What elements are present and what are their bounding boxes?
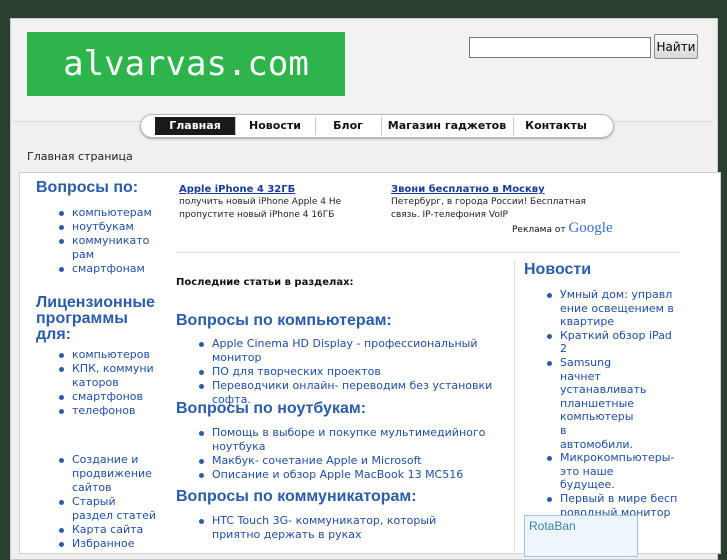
news-heading: Новости xyxy=(524,261,592,278)
ad-text: Петербург, в города России! Бесплатная с… xyxy=(391,197,586,220)
news-item[interactable]: Микрокомпьютеры- это наше будущее. xyxy=(544,451,674,492)
news-list: Умный дом: управление освещением в кварт… xyxy=(544,288,679,519)
nav-item-contacts[interactable]: Контакты xyxy=(513,117,599,135)
sidebar-heading-licensed: Лицензионные программы для: xyxy=(36,294,155,343)
sidebar-item[interactable]: Старый раздел статей xyxy=(56,495,156,523)
section-heading: Вопросы по ноутбукам: xyxy=(176,400,367,417)
banner-text: RotaBan xyxy=(529,519,576,533)
sidebar-list-questions: компьютерам ноутбукам коммуникаторам сма… xyxy=(56,206,156,276)
nav-item-home[interactable]: Главная xyxy=(155,117,236,135)
sidebar-item[interactable]: Карта сайта xyxy=(56,523,156,537)
news-item[interactable]: Samsung начнет устанавливать планшетные … xyxy=(544,356,646,451)
nav-item-news[interactable]: Новости xyxy=(235,117,316,135)
ad-title[interactable]: Apple iPhone 4 32ГБ xyxy=(179,183,384,196)
ad-title[interactable]: Звони бесплатно в Москву xyxy=(391,183,596,196)
sidebar-item[interactable]: Создание и продвижение сайтов xyxy=(56,453,156,495)
sidebar-list-misc: Создание и продвижение сайтов Старый раз… xyxy=(56,453,156,551)
sidebar-item[interactable]: смартфонам xyxy=(56,262,156,276)
article-link[interactable]: Apple Cinema HD Display - профессиональн… xyxy=(196,337,506,365)
ad-block: Apple iPhone 4 32ГБ получить новый iPhon… xyxy=(179,183,384,222)
news-item[interactable]: Краткий обзор iPad 2 xyxy=(544,329,679,356)
ad-text: получить новый iPhone Apple 4 Не пропуст… xyxy=(179,197,342,220)
section-list: Apple Cinema HD Display - профессиональн… xyxy=(196,337,506,407)
search-input[interactable] xyxy=(469,37,651,58)
sidebar-item[interactable]: компьютерам xyxy=(56,206,156,220)
nav-item-blog[interactable]: Блог xyxy=(315,117,382,135)
main-nav: Главная Новости Блог Магазин гаджетов Ко… xyxy=(140,114,614,138)
article-link[interactable]: Макбук- сочетание Apple и Microsoft xyxy=(196,454,506,468)
sidebar-item[interactable]: ноутбукам xyxy=(56,220,156,234)
sidebar-list-licensed: компьютеров КПК, коммуникаторов смартфон… xyxy=(56,348,156,418)
sidebar-item[interactable]: коммуникаторам xyxy=(56,234,156,262)
site-logo[interactable]: alvarvas.com xyxy=(27,32,345,96)
sidebar-item[interactable]: Избранное xyxy=(56,537,156,551)
article-link[interactable]: Помощь в выборе и покупке мультимедийног… xyxy=(196,426,506,454)
breadcrumb: Главная страница xyxy=(27,150,133,163)
google-logo: Google xyxy=(568,220,613,236)
sidebar-item[interactable]: смартфонов xyxy=(56,390,156,404)
sidebar-item[interactable]: телефонов xyxy=(56,404,156,418)
ad-block: Звони бесплатно в Москву Петербург, в го… xyxy=(391,183,596,222)
divider xyxy=(176,252,680,253)
news-item[interactable]: Умный дом: управление освещением в кварт… xyxy=(544,288,679,329)
section-list: Помощь в выборе и покупке мультимедийног… xyxy=(196,426,506,482)
sidebar-item[interactable]: компьютеров xyxy=(56,348,156,362)
nav-item-gadget-shop[interactable]: Магазин гаджетов xyxy=(381,117,514,135)
section-list: HTC Touch 3G- коммуникатор, который прия… xyxy=(196,514,466,542)
sidebar-item[interactable]: КПК, коммуникаторов xyxy=(56,362,156,390)
ads-by-google[interactable]: Реклама от Google xyxy=(512,220,613,237)
section-heading: Вопросы по коммуникаторам: xyxy=(176,488,417,505)
article-link[interactable]: HTC Touch 3G- коммуникатор, который прия… xyxy=(196,514,466,542)
sidebar-heading-questions: Вопросы по: xyxy=(36,179,139,196)
article-link[interactable]: ПО для творческих проектов xyxy=(196,365,506,379)
rotaban-banner[interactable]: RotaBan xyxy=(524,515,638,557)
search-button[interactable]: Найти xyxy=(654,34,698,59)
news-divider xyxy=(514,261,515,551)
latest-articles-label: Последние статьи в разделах: xyxy=(176,277,354,288)
section-heading: Вопросы по компьютерам: xyxy=(176,312,392,329)
article-link[interactable]: Описание и обзор Apple MacBook 13 MC516 xyxy=(196,468,506,482)
